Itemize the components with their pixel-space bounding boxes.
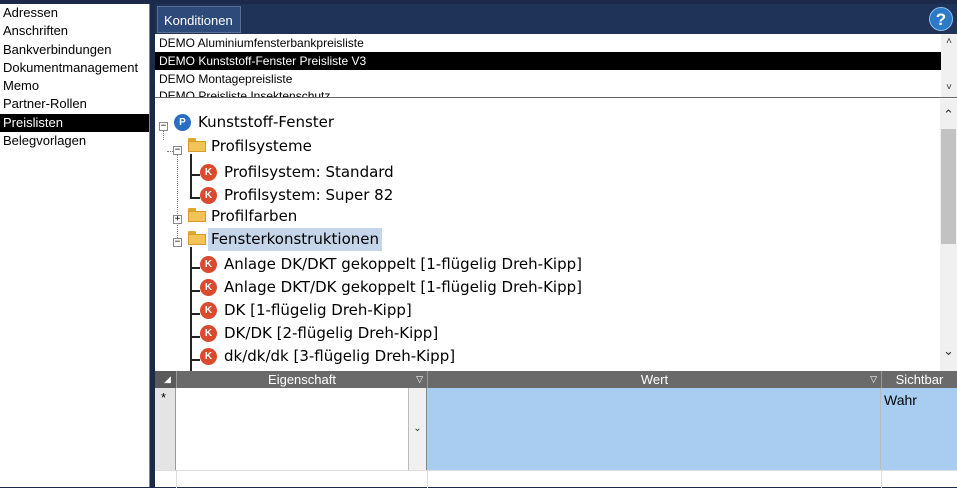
tree-connector	[190, 267, 200, 269]
condition-badge-icon: K	[200, 164, 217, 181]
nav-item-anschriften[interactable]: Anschriften	[0, 22, 149, 40]
nav-item-adressen[interactable]: Adressen	[0, 4, 149, 22]
column-divider	[881, 471, 882, 488]
tree-item-label[interactable]: Profilsystem: Standard	[224, 161, 394, 184]
condition-badge-icon: K	[200, 256, 217, 273]
row-selector[interactable]: *	[155, 388, 176, 470]
folder-icon	[188, 138, 206, 152]
tree-connector	[190, 247, 192, 371]
scroll-up-icon[interactable]: ⌃	[940, 105, 957, 125]
tree-connector	[190, 197, 200, 199]
column-divider	[427, 471, 428, 488]
tree-item-label[interactable]: Profilsystem: Super 82	[224, 184, 393, 207]
wert-cell[interactable]	[427, 388, 881, 470]
tree-scrollbar[interactable]: ⌃ ⌄	[940, 99, 957, 371]
price-list-scrollbar[interactable]: ˄ ˅	[941, 34, 957, 97]
tree-connector	[190, 174, 200, 176]
nav-item-dokumentmanagement[interactable]: Dokumentmanagement	[0, 59, 149, 77]
nav-item-preislisten[interactable]: Preislisten	[0, 113, 149, 133]
tree-folder-label-selected[interactable]: Fensterkonstruktionen	[208, 228, 382, 251]
tree-expand-toggle[interactable]: +	[173, 215, 182, 224]
grid-corner[interactable]: ◢	[155, 371, 176, 388]
tree-connector	[190, 336, 200, 338]
column-header-sichtbar[interactable]: Sichtbar	[881, 371, 957, 388]
corner-icon: ◢	[164, 374, 171, 384]
conditions-tree: − P Kunststoff-Fenster − Profilsysteme K…	[155, 99, 957, 371]
filter-dropdown-icon[interactable]: ▽	[416, 371, 423, 388]
eigenschaft-cell[interactable]	[176, 388, 409, 470]
column-header-label: Wert	[640, 372, 669, 387]
grid-new-row: * ⌄ Wahr	[155, 388, 957, 470]
tree-item-label[interactable]: DK [1-flügelig Dreh-Kipp]	[224, 299, 412, 322]
new-row-marker: *	[161, 390, 167, 405]
property-grid: ◢ Eigenschaft ▽ Wert ▽ Sichtbar * ⌄ Wahr	[155, 371, 957, 488]
nav-item-bankverbindungen[interactable]: Bankverbindungen	[0, 41, 149, 59]
nav-item-memo[interactable]: Memo	[0, 77, 149, 95]
tree-root-label[interactable]: Kunststoff-Fenster	[198, 111, 334, 134]
tree-collapse-toggle[interactable]: −	[173, 238, 182, 247]
left-nav: Adressen Anschriften Bankverbindungen Do…	[0, 4, 150, 487]
tab-konditionen[interactable]: Konditionen	[157, 6, 241, 33]
help-icon[interactable]: ?	[929, 7, 953, 31]
panel-header: Konditionen ?	[155, 4, 957, 34]
chevron-down-icon[interactable]: ⌄	[409, 388, 427, 470]
nav-item-partner-rollen[interactable]: Partner-Rollen	[0, 95, 149, 113]
tree-folder-label[interactable]: Profilfarben	[211, 205, 297, 228]
grid-header: ◢ Eigenschaft ▽ Wert ▽ Sichtbar	[155, 371, 957, 388]
folder-icon	[188, 231, 206, 245]
tree-item-label[interactable]: dk/dk/dk [3-flügelig Dreh-Kipp]	[224, 345, 455, 368]
column-header-label: Sichtbar	[895, 372, 944, 387]
tree-item-label[interactable]: DK/DK [2-flügelig Dreh-Kipp]	[224, 322, 438, 345]
tree-item-label[interactable]: Anlage DKT/DK gekoppelt [1-flügelig Dreh…	[224, 276, 582, 299]
scroll-down-icon[interactable]: ˅	[941, 80, 957, 96]
column-divider	[176, 471, 177, 488]
tree-connector	[190, 313, 200, 315]
condition-badge-icon: K	[200, 348, 217, 365]
price-list-item[interactable]: DEMO Preisliste Insektenschutz	[155, 88, 941, 97]
price-list-item[interactable]: DEMO Aluminiumfensterbankpreisliste	[155, 34, 941, 52]
condition-badge-icon: K	[200, 325, 217, 342]
price-list-item-selected[interactable]: DEMO Kunststoff-Fenster Preisliste V3	[155, 52, 941, 70]
condition-badge-icon: K	[200, 279, 217, 296]
tree-connector	[177, 151, 178, 238]
price-list-item[interactable]: DEMO Montagepreisliste	[155, 70, 941, 88]
price-list-badge-icon: P	[174, 114, 191, 131]
tree-connector	[190, 359, 200, 361]
tree-collapse-toggle[interactable]: −	[173, 146, 182, 155]
scroll-down-icon[interactable]: ⌄	[940, 341, 957, 361]
tree-collapse-toggle[interactable]: −	[159, 122, 168, 131]
column-header-label: Eigenschaft	[268, 372, 336, 387]
nav-item-belegvorlagen[interactable]: Belegvorlagen	[0, 132, 149, 150]
folder-icon	[188, 208, 206, 222]
tree-connector	[190, 290, 200, 292]
column-header-wert[interactable]: Wert ▽	[427, 371, 881, 388]
filter-dropdown-icon[interactable]: ▽	[870, 371, 877, 388]
tree-connector	[190, 154, 192, 198]
column-header-eigenschaft[interactable]: Eigenschaft ▽	[176, 371, 427, 388]
tree-folder-label[interactable]: Profilsysteme	[211, 135, 312, 158]
scroll-up-icon[interactable]: ˄	[941, 34, 957, 50]
detail-panel: Konditionen ? DEMO Aluminiumfensterbankp…	[155, 4, 957, 488]
scrollbar-thumb[interactable]	[941, 129, 956, 244]
sichtbar-cell[interactable]: Wahr	[881, 388, 957, 470]
tree-item-label[interactable]: Anlage DK/DKT gekoppelt [1-flügelig Dreh…	[224, 253, 582, 276]
condition-badge-icon: K	[200, 302, 217, 319]
grid-empty-area	[155, 470, 957, 488]
condition-badge-icon: K	[200, 187, 217, 204]
price-list-list: DEMO Aluminiumfensterbankpreisliste DEMO…	[155, 34, 957, 98]
